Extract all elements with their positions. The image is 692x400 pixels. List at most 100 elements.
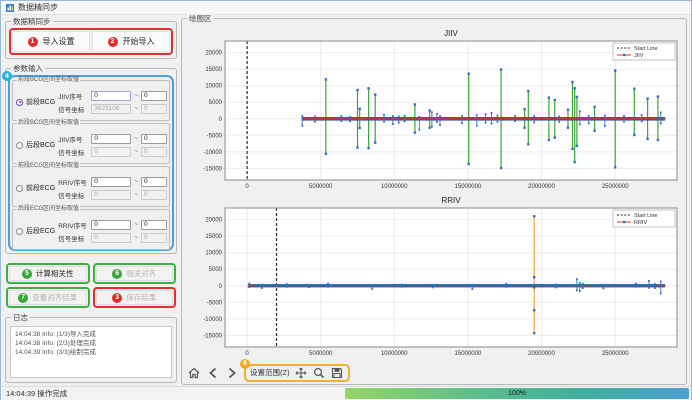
front-bcg-radio-label: 前段BCG bbox=[26, 97, 55, 107]
radio-dot[interactable] bbox=[16, 228, 23, 235]
status-message: 14:04:39 操作完成 bbox=[6, 388, 345, 399]
tilde: ~ bbox=[134, 92, 138, 99]
save-icon[interactable] bbox=[330, 366, 344, 380]
signal-coord-row: 信号坐标 ~ bbox=[58, 147, 167, 157]
signal-coord-row: 信号坐标 ~ bbox=[58, 190, 167, 200]
radio-dot[interactable] bbox=[16, 99, 23, 106]
forward-icon[interactable] bbox=[225, 366, 239, 380]
svg-text:-5000: -5000 bbox=[207, 300, 223, 306]
set-range-highlight-box: 8 设置范围(Z) bbox=[244, 364, 350, 382]
radio-dot[interactable] bbox=[16, 185, 23, 192]
signal-coord-label: 信号坐标 bbox=[58, 104, 88, 114]
import-settings-label: 导入设置 bbox=[43, 36, 75, 47]
status-bar: 14:04:39 操作完成 100% bbox=[1, 386, 691, 400]
svg-text:10000000: 10000000 bbox=[381, 351, 408, 357]
left-panel: 数据精同步 1 导入设置 2 开始导入 参数输入 4 前段BCG区间坐标取值 bbox=[1, 15, 179, 386]
jiiv-index-label: JIIV序号 bbox=[58, 91, 88, 101]
import-settings-button[interactable]: 1 导入设置 bbox=[12, 31, 90, 52]
front-bcg-radio[interactable]: 前段BCG bbox=[16, 97, 58, 107]
signal-coord-to-input[interactable] bbox=[141, 104, 167, 114]
jiiv-index-to-input[interactable] bbox=[141, 134, 167, 144]
rriv-index-to-input[interactable] bbox=[141, 177, 167, 187]
svg-text:Start Line: Start Line bbox=[634, 213, 658, 219]
radio-dot[interactable] bbox=[16, 142, 23, 149]
save-result-button[interactable]: 3 保存结果 bbox=[96, 290, 174, 305]
badge-3: 3 bbox=[112, 293, 122, 303]
signal-coord-to-input[interactable] bbox=[141, 190, 167, 200]
start-import-button[interactable]: 2 开始导入 bbox=[92, 31, 170, 52]
plot-toolbar: 8 设置范围(Z) bbox=[185, 363, 683, 382]
rriv-index-from-input[interactable] bbox=[91, 177, 131, 187]
title-bar: 数据精同步 bbox=[1, 1, 691, 15]
save-result-box: 3 保存结果 bbox=[93, 287, 177, 308]
svg-text:10000: 10000 bbox=[205, 84, 222, 90]
signal-coord-from-input[interactable] bbox=[91, 147, 131, 157]
front-bcg-section-label: 前段BCG区间坐标取值 bbox=[17, 77, 80, 84]
log-line: 14:04:39 Info: (3/3)绘制完成 bbox=[15, 348, 167, 357]
signal-coord-from-input[interactable] bbox=[91, 233, 131, 243]
svg-text:10000: 10000 bbox=[205, 251, 222, 257]
svg-text:0: 0 bbox=[245, 351, 249, 357]
jiiv-index-to-input[interactable] bbox=[141, 91, 167, 101]
rriv-index-label: RRIV序号 bbox=[58, 177, 88, 187]
svg-text:JIIV: JIIV bbox=[634, 53, 644, 59]
set-range-button[interactable]: 设置范围(Z) bbox=[250, 367, 290, 378]
front-bcg-section: 前段BCG区间坐标取值 前段BCG JIIV序号 ~ bbox=[12, 80, 170, 121]
rriv-chart[interactable]: 20000150001000050000-5000-10000-15000050… bbox=[185, 194, 683, 361]
svg-text:5000: 5000 bbox=[209, 267, 223, 273]
log-output[interactable]: 14:04:38 Info: (1/3)导入完成 14:04:38 Info: … bbox=[10, 326, 172, 378]
rear-ecg-section: 后段ECG区间坐标取值 后段ECG RRIV序号 ~ bbox=[12, 209, 170, 250]
svg-text:-10000: -10000 bbox=[203, 317, 222, 323]
jiiv-chart[interactable]: 20000150001000050000-5000-10000-15000050… bbox=[185, 27, 683, 194]
signal-coord-from-input[interactable] bbox=[91, 104, 131, 114]
plot-group: 绘图区 20000150001000050000-5000-10000-1500… bbox=[181, 18, 687, 385]
signal-coord-to-input[interactable] bbox=[141, 147, 167, 157]
back-icon[interactable] bbox=[206, 366, 220, 380]
svg-text:15000000: 15000000 bbox=[455, 351, 482, 357]
compute-correlation-button[interactable]: 5 计算相关性 bbox=[9, 266, 87, 281]
front-ecg-section: 前段ECG区间坐标取值 前段ECG RRIV序号 ~ bbox=[12, 166, 170, 207]
params-group-label: 参数输入 bbox=[11, 64, 45, 73]
front-ecg-radio-label: 前段ECG bbox=[26, 183, 55, 193]
rriv-index-to-input[interactable] bbox=[141, 220, 167, 230]
svg-text:20000: 20000 bbox=[205, 218, 222, 224]
zoom-icon[interactable] bbox=[312, 366, 326, 380]
badge-2: 2 bbox=[108, 37, 118, 47]
params-highlight-box: 4 前段BCG区间坐标取值 前段BCG JIIV序号 ~ bbox=[8, 75, 174, 251]
jiiv-index-from-input[interactable] bbox=[91, 134, 131, 144]
correlation-align-button[interactable]: 6 相关对齐 bbox=[96, 266, 174, 281]
home-icon[interactable] bbox=[187, 366, 201, 380]
rear-bcg-radio[interactable]: 后段BCG bbox=[16, 140, 58, 150]
signal-coord-label: 信号坐标 bbox=[58, 190, 88, 200]
svg-text:25000000: 25000000 bbox=[602, 184, 629, 190]
sync-group-label: 数据精同步 bbox=[11, 17, 53, 26]
view-align-result-button[interactable]: 7 查看对齐结果 bbox=[9, 290, 87, 305]
jiiv-index-from-input[interactable] bbox=[91, 91, 131, 101]
front-ecg-radio[interactable]: 前段ECG bbox=[16, 183, 58, 193]
signal-coord-row: 信号坐标 ~ bbox=[58, 104, 167, 114]
correlation-align-box: 6 相关对齐 bbox=[93, 263, 177, 284]
pan-icon[interactable] bbox=[294, 366, 308, 380]
start-import-label: 开始导入 bbox=[123, 36, 155, 47]
badge-1: 1 bbox=[28, 37, 38, 47]
tilde: ~ bbox=[134, 191, 138, 198]
signal-coord-label: 信号坐标 bbox=[58, 147, 88, 157]
svg-text:-5000: -5000 bbox=[207, 133, 223, 139]
params-group: 参数输入 4 前段BCG区间坐标取值 前段BCG JIIV序号 bbox=[5, 68, 177, 254]
jiiv-index-row: JIIV序号 ~ bbox=[58, 134, 167, 144]
signal-coord-to-input[interactable] bbox=[141, 233, 167, 243]
compute-correlation-label: 计算相关性 bbox=[36, 268, 74, 279]
badge-4: 4 bbox=[2, 71, 12, 81]
tilde: ~ bbox=[134, 178, 138, 185]
view-align-result-label: 查看对齐结果 bbox=[32, 292, 77, 303]
rriv-index-from-input[interactable] bbox=[91, 220, 131, 230]
window-title: 数据精同步 bbox=[18, 2, 58, 13]
signal-coord-label: 信号坐标 bbox=[58, 233, 88, 243]
badge-5: 5 bbox=[22, 269, 32, 279]
compute-correlation-box: 5 计算相关性 bbox=[6, 263, 90, 284]
svg-text:Start Line: Start Line bbox=[634, 46, 658, 52]
signal-coord-from-input[interactable] bbox=[91, 190, 131, 200]
jiiv-index-label: JIIV序号 bbox=[58, 134, 88, 144]
sync-group: 数据精同步 1 导入设置 2 开始导入 bbox=[5, 21, 177, 59]
rear-ecg-radio[interactable]: 后段ECG bbox=[16, 226, 58, 236]
